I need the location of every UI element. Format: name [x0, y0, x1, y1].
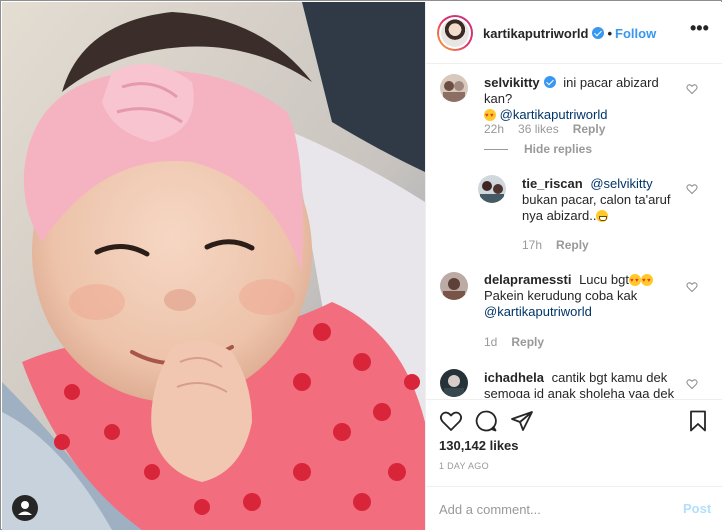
author-username[interactable]: kartikaputriworld — [483, 26, 588, 41]
comment-mention[interactable]: @kartikaputriworld — [484, 304, 592, 319]
comment-text: bukan pacar, calon ta'aruf — [522, 192, 671, 207]
post-window: kartikaputriworld • Follow ••• selvikitty … — [0, 0, 722, 530]
list-item: ichadhela cantik bgt kamu dek semoga jd … — [484, 370, 689, 398]
heart-eyes-emoji-icon — [484, 108, 496, 124]
bookmark-icon[interactable] — [686, 409, 710, 433]
commenter-avatar[interactable] — [478, 175, 506, 203]
post-comment-button[interactable]: Post — [683, 501, 711, 516]
comment-mention[interactable]: @kartikaputriworld — [500, 107, 608, 122]
comment-meta: 17h Reply — [522, 238, 603, 252]
post-photo[interactable] — [2, 2, 425, 530]
likes-count[interactable]: 130,142 likes — [439, 438, 519, 453]
small-heart-icon[interactable] — [686, 378, 698, 390]
verified-badge-icon — [592, 27, 605, 39]
comment-text: Lucu bgt — [579, 272, 629, 287]
list-item: selvikitty ini pacar abizard kan? @karti… — [484, 75, 689, 124]
speech-bubble-icon[interactable] — [474, 409, 498, 433]
reply-button[interactable]: Reply — [556, 238, 589, 252]
tagged-user-icon[interactable] — [12, 495, 38, 521]
comment-username[interactable]: delapramessti — [484, 272, 571, 287]
comment-text: nya abizard.. — [522, 208, 597, 223]
list-item: tie_riscan @selvikitty bukan pacar, calo… — [522, 176, 690, 224]
small-heart-icon[interactable] — [686, 183, 698, 195]
author-avatar-image — [441, 19, 469, 47]
comment-input[interactable] — [439, 500, 659, 518]
comments-list[interactable]: selvikitty ini pacar abizard kan? @karti… — [426, 65, 722, 398]
comment-time[interactable]: 17h — [522, 238, 542, 252]
comment-username[interactable]: selvikitty — [484, 75, 556, 90]
post-date[interactable]: 1 DAY AGO — [439, 461, 489, 471]
comment-meta: 22h 36 likes Reply — [484, 122, 619, 136]
comment-text: semoga jd anak sholeha yaa dek — [484, 386, 675, 398]
commenter-avatar[interactable] — [440, 369, 468, 397]
more-options-icon[interactable]: ••• — [690, 19, 710, 41]
comment-time[interactable]: 1d — [484, 335, 497, 349]
user-silhouette-icon — [18, 501, 32, 515]
small-heart-icon[interactable] — [686, 281, 698, 293]
comment-username[interactable]: tie_riscan — [522, 176, 583, 191]
paper-plane-icon[interactable] — [510, 409, 534, 433]
post-header: kartikaputriworld • Follow ••• — [426, 2, 722, 64]
follow-button[interactable]: Follow — [615, 26, 656, 41]
comment-text: cantik bgt kamu dek — [551, 370, 668, 385]
list-item: delapramessti Lucu bgt Pakein kerudung c… — [484, 272, 689, 320]
heart-eyes-emoji-icon — [628, 273, 641, 289]
add-comment-bar: Post — [426, 486, 722, 530]
heart-outline-icon[interactable] — [439, 409, 463, 433]
reply-button[interactable]: Reply — [511, 335, 544, 349]
divider — [484, 149, 508, 151]
verified-badge-icon — [543, 76, 556, 88]
author-line: kartikaputriworld • Follow — [483, 26, 656, 41]
grin-emoji-icon — [596, 210, 609, 222]
hide-replies-button[interactable]: Hide replies — [484, 142, 592, 156]
small-heart-icon[interactable] — [686, 83, 698, 95]
commenter-avatar[interactable] — [440, 74, 468, 102]
baby-photo-illustration — [2, 2, 425, 530]
author-avatar[interactable] — [437, 15, 473, 51]
separator-dot: • — [607, 26, 613, 41]
commenter-avatar[interactable] — [440, 272, 468, 300]
comment-time[interactable]: 22h — [484, 122, 504, 136]
comment-meta: 1d Reply — [484, 335, 558, 349]
post-side-panel: kartikaputriworld • Follow ••• selvikitty … — [425, 2, 722, 530]
comment-mention[interactable]: @selvikitty — [590, 176, 652, 191]
comment-text: Pakein kerudung coba kak — [484, 288, 638, 303]
reply-button[interactable]: Reply — [573, 122, 606, 136]
comment-likes[interactable]: 36 likes — [518, 122, 559, 136]
comment-username[interactable]: ichadhela — [484, 370, 544, 385]
heart-eyes-emoji-icon — [640, 273, 653, 289]
post-actions: 130,142 likes 1 DAY AGO Post — [426, 399, 722, 530]
